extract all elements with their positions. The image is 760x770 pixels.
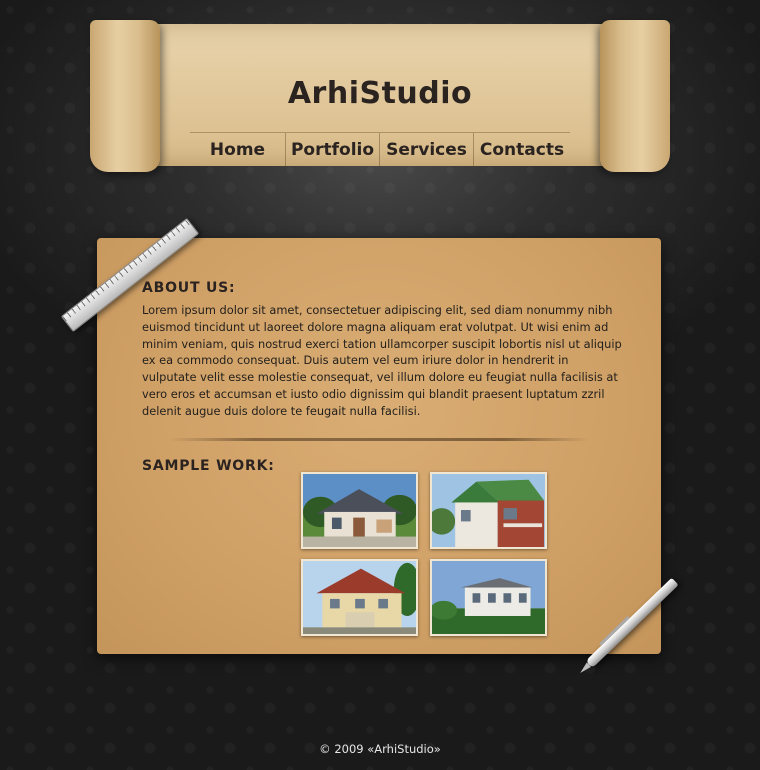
header-scroll: ArhiStudio Home Portfolio Services Conta…	[90, 20, 670, 172]
sample-work-thumb-4[interactable]	[430, 559, 547, 636]
nav-item-contacts[interactable]: Contacts	[474, 133, 570, 167]
nav-item-home[interactable]: Home	[190, 133, 286, 167]
content-panel: ABOUT US: Lorem ipsum dolor sit amet, co…	[97, 238, 661, 654]
nav-item-portfolio[interactable]: Portfolio	[286, 133, 380, 167]
main-nav: Home Portfolio Services Contacts	[190, 132, 570, 168]
sample-work-heading: SAMPLE WORK:	[142, 458, 275, 474]
footer-copyright: © 2009 «ArhiStudio»	[319, 742, 441, 756]
sample-work-thumb-2[interactable]	[430, 472, 547, 549]
about-text: Lorem ipsum dolor sit amet, consectetuer…	[142, 303, 622, 418]
sample-work-thumb-3[interactable]	[301, 559, 418, 636]
section-divider	[169, 438, 589, 441]
about-heading: ABOUT US:	[142, 280, 236, 296]
site-title: ArhiStudio	[287, 76, 473, 111]
nav-item-services[interactable]: Services	[380, 133, 474, 167]
sample-work-thumb-1[interactable]	[301, 472, 418, 549]
